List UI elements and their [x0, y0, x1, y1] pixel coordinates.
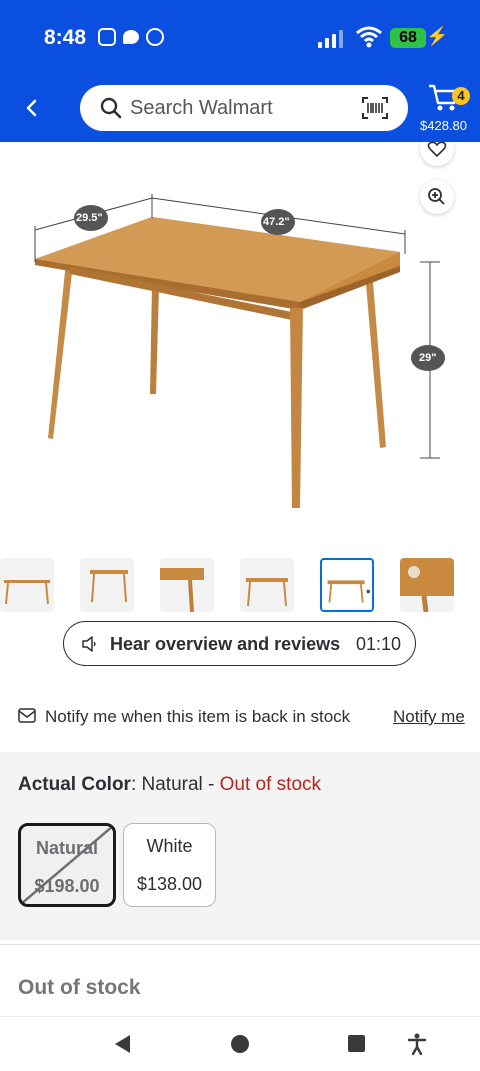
chevron-left-icon [26, 99, 37, 117]
back-button[interactable] [18, 94, 46, 122]
notify-me-link[interactable]: Notify me [393, 707, 465, 727]
thumbnail[interactable] [80, 558, 134, 612]
instagram-icon [98, 28, 116, 46]
thumbnail-selected[interactable] [320, 558, 374, 612]
nav-back-icon[interactable] [110, 1031, 136, 1057]
chat-icon [123, 30, 139, 44]
favorite-button[interactable] [420, 142, 454, 166]
cart-total: $428.80 [420, 118, 467, 133]
app-header: 4 $428.80 [0, 76, 480, 142]
wifi-icon [356, 26, 382, 48]
search-input[interactable] [130, 95, 350, 121]
thumbnail[interactable] [0, 558, 54, 612]
thumbnail[interactable] [240, 558, 294, 612]
nav-home-icon[interactable] [227, 1031, 253, 1057]
notify-row: Notify me when this item is back in stoc… [0, 700, 480, 734]
variant-section: Actual Color: Natural - Out of stock Nat… [0, 752, 480, 940]
notification-icons [98, 28, 164, 46]
table-photo [34, 194, 445, 508]
speaker-icon [82, 636, 96, 652]
dimension-height-label: 29" [419, 352, 437, 364]
battery-icon: 68 [390, 28, 426, 48]
hear-overview-button[interactable]: Hear overview and reviews 01:10 [63, 621, 416, 666]
dimension-width-label: 47.2" [263, 216, 290, 228]
barcode-scan-icon[interactable] [362, 97, 388, 119]
search-icon [100, 97, 122, 119]
color-heading-value: : Natural - [130, 774, 220, 795]
nav-recents-icon[interactable] [344, 1031, 370, 1057]
notify-text: Notify me when this item is back in stoc… [45, 707, 351, 726]
color-status: Out of stock [219, 774, 322, 795]
thumbnail[interactable] [160, 558, 214, 612]
heart-icon [427, 142, 447, 158]
charging-icon: ⚡ [426, 26, 449, 46]
signal-icon [318, 30, 343, 48]
divider [0, 944, 480, 945]
search-bar[interactable] [80, 85, 408, 131]
thumbnail-strip [0, 556, 480, 614]
zoom-in-icon [428, 188, 445, 205]
system-nav-bar [0, 1016, 480, 1071]
cart-count-badge: 4 [452, 87, 470, 105]
color-heading: Actual Color: Natural - Out of stock [18, 774, 321, 796]
availability-title: Out of stock [18, 976, 141, 999]
chrome-icon [146, 28, 164, 46]
dimension-depth-label: 29.5" [76, 212, 103, 224]
mail-icon [18, 708, 36, 723]
variant-price: $138.00 [136, 874, 203, 894]
cart-button[interactable]: 4 $428.80 [418, 80, 474, 136]
status-time: 8:48 [44, 26, 87, 49]
unavailable-strike [21, 826, 113, 904]
zoom-button[interactable] [420, 180, 454, 214]
accessibility-icon[interactable] [404, 1031, 430, 1057]
hear-overview-duration: 01:10 [356, 634, 402, 654]
variant-white[interactable]: White $138.00 [123, 823, 216, 907]
product-image[interactable]: 29.5" 47.2" 29" [0, 142, 480, 554]
color-heading-label: Actual Color [18, 774, 131, 795]
variant-name: White [146, 836, 193, 856]
status-bar: 8:48 68 ⚡ [0, 0, 480, 76]
variant-natural[interactable]: Natural $198.00 [18, 823, 116, 907]
thumbnail[interactable] [400, 558, 454, 612]
hear-overview-label: Hear overview and reviews [110, 634, 341, 654]
